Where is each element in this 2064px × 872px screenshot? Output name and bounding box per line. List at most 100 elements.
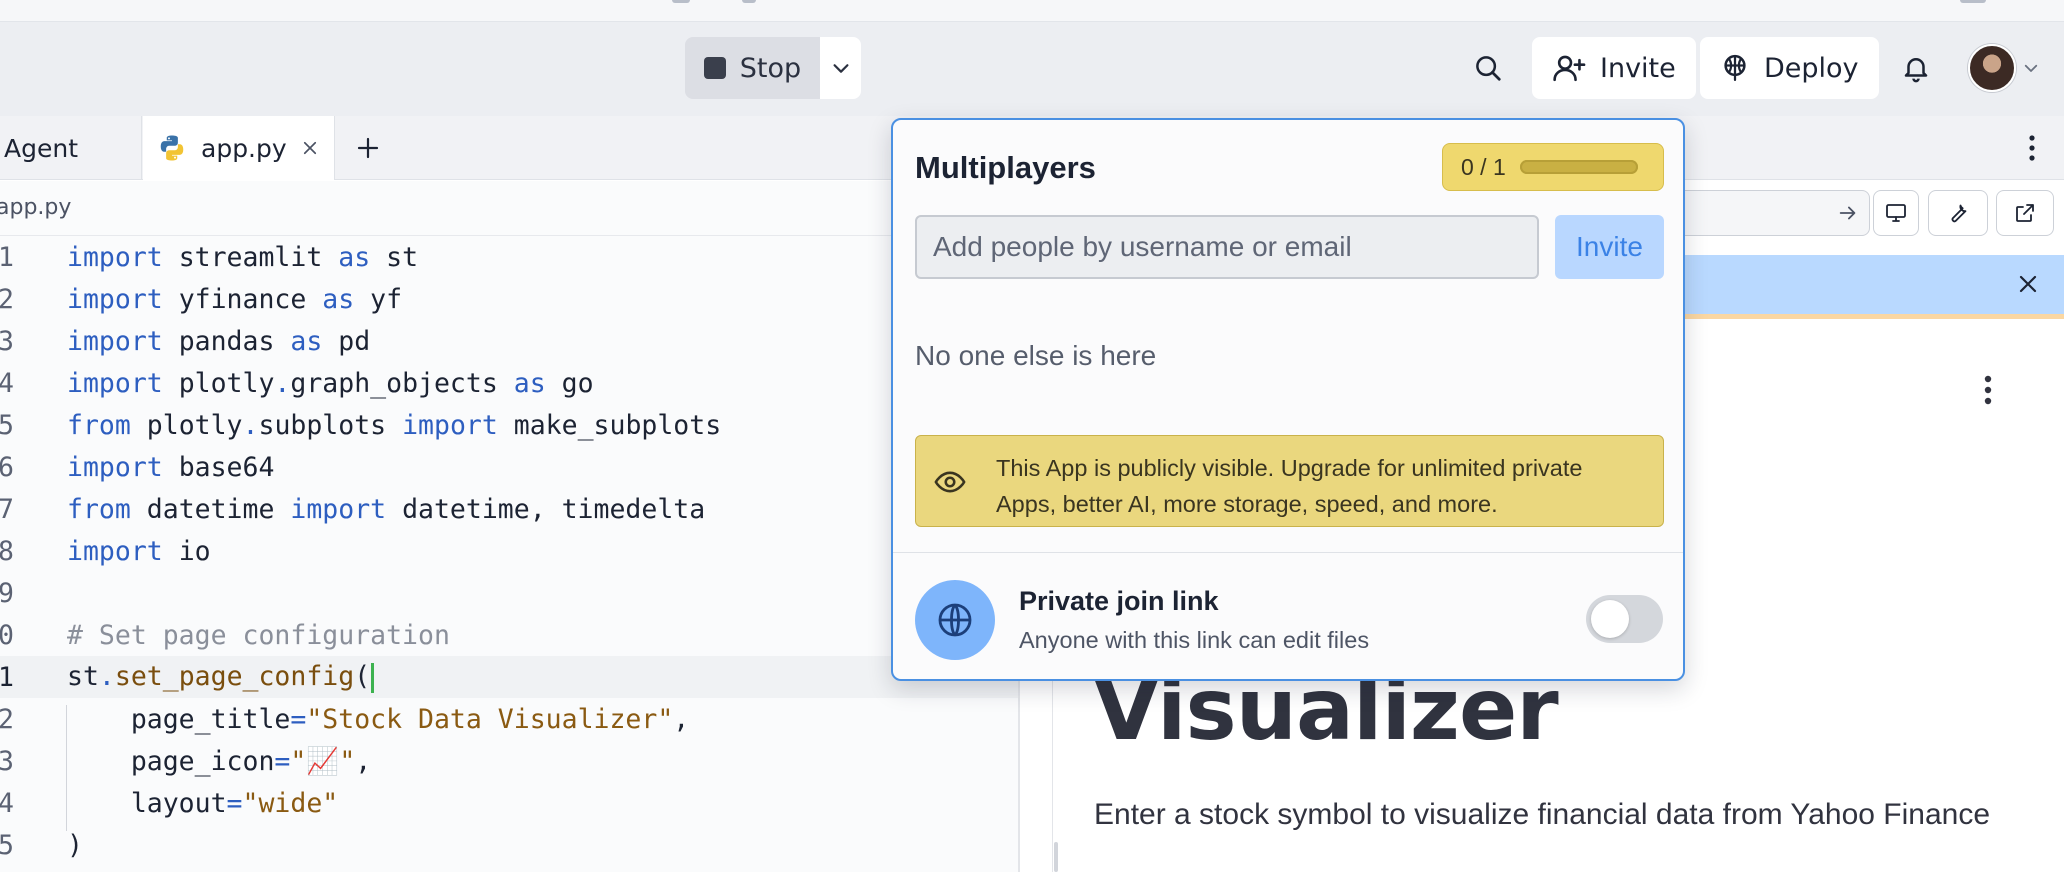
line-number: 3 (0, 745, 14, 777)
app-menu-button[interactable] (1970, 370, 2006, 410)
line-number: 2 (0, 283, 14, 315)
code-line: 3 page_icon="📈", (0, 745, 372, 777)
run-control: Stop (685, 37, 861, 99)
popover-invite-button[interactable]: Invite (1555, 215, 1664, 279)
line-number: 4 (0, 787, 14, 819)
deploy-button[interactable]: Deploy (1700, 37, 1879, 99)
multiplayers-popover: Multiplayers 0 / 1 Invite No one else is… (891, 118, 1685, 681)
stop-label: Stop (739, 52, 802, 84)
join-link-description: Anyone with this link can edit files (1019, 627, 1370, 653)
file-breadcrumb: app.py (0, 181, 1020, 236)
new-tab-button[interactable] (352, 132, 384, 164)
code-line: 9 (0, 572, 1020, 614)
line-number: 7 (0, 493, 14, 525)
popover-title: Multiplayers (915, 150, 1096, 185)
kebab-icon (1984, 375, 1992, 405)
app-subtitle: Enter a stock symbol to visualize financ… (1094, 798, 1991, 831)
invite-button[interactable]: Invite (1532, 37, 1696, 99)
resize-handle[interactable] (1054, 842, 1058, 872)
close-tab-button[interactable] (296, 134, 324, 162)
eye-icon (932, 464, 968, 500)
code-line: 4 layout="wide" (0, 787, 339, 819)
toggle-knob (1591, 600, 1629, 638)
line-number: 5 (0, 829, 14, 861)
code-line: 5 ) (0, 829, 83, 861)
plus-icon (357, 137, 379, 159)
python-icon (160, 135, 184, 161)
arrow-right-icon (1839, 206, 1856, 220)
code-line: 2 page_title="Stock Data Visualizer", (0, 703, 690, 735)
close-icon (303, 141, 317, 155)
tab-label: app.py (201, 133, 287, 163)
code-line: 7 from datetime import datetime, timedel… (0, 493, 706, 525)
monitor-icon (1886, 204, 1906, 222)
title-fragment (1960, 0, 1986, 3)
indent-guide (66, 705, 67, 831)
line-number: 0 (0, 619, 14, 651)
account-menu[interactable] (1968, 44, 2040, 92)
code-line: 1 import streamlit as st (0, 241, 419, 273)
close-icon (2019, 275, 2037, 293)
wrench-icon (1951, 204, 1967, 223)
search-button[interactable] (1464, 44, 1512, 92)
window-title-strip (0, 0, 2064, 22)
code-line: 6 import base64 (0, 451, 275, 483)
code-line: 2 import yfinance as yf (0, 283, 403, 315)
line-number: 1 (0, 661, 14, 693)
bell-icon (1904, 58, 1928, 83)
stop-button[interactable]: Stop (685, 37, 820, 99)
invite-label: Invite (1600, 52, 1676, 84)
kebab-icon (2029, 135, 2035, 161)
title-fragment (672, 0, 690, 3)
seat-quota-bar (1519, 160, 1638, 174)
code-line: 3 import pandas as pd (0, 325, 371, 357)
run-options-button[interactable] (820, 37, 861, 99)
warning-text: This App is publicly visible. Upgrade fo… (996, 455, 1583, 517)
notifications-button[interactable] (1892, 44, 1940, 92)
chevron-down-icon (2024, 64, 2038, 72)
divider (893, 552, 1683, 553)
public-visibility-warning: This App is publicly visible. Upgrade fo… (915, 435, 1664, 527)
popover-invite-label: Invite (1576, 231, 1643, 262)
code-line: 4 import plotly.graph_objects as go (0, 367, 594, 399)
more-options-button[interactable] (2016, 130, 2048, 166)
line-number: 6 (0, 451, 14, 483)
globe-icon (915, 580, 995, 660)
code-line-active: 1 st.set_page_config( (0, 656, 1020, 698)
text-cursor (371, 662, 375, 693)
seat-quota-badge: 0 / 1 (1442, 143, 1664, 191)
line-number: 9 (0, 577, 14, 609)
title-fragment (742, 0, 756, 3)
tab-label: Agent (4, 133, 78, 163)
line-number: 4 (0, 367, 14, 399)
chevron-down-icon (832, 64, 849, 73)
deploy-label: Deploy (1764, 52, 1859, 84)
dismiss-banner-button[interactable] (2010, 266, 2046, 302)
breadcrumb-file[interactable]: app.py (0, 195, 71, 220)
code-editor[interactable]: 1 import streamlit as st 2 import yfinan… (0, 236, 1020, 872)
external-link-icon (2016, 204, 2034, 222)
line-number: 8 (0, 535, 14, 567)
notice-banner (1684, 255, 2064, 319)
add-user-icon (1553, 55, 1586, 82)
device-preview-button[interactable] (1873, 190, 1919, 236)
join-link-title: Private join link (1019, 586, 1219, 616)
empty-collaborators-text: No one else is here (915, 340, 1157, 371)
stop-icon (703, 57, 726, 79)
join-link-toggle[interactable] (1586, 595, 1663, 643)
tab-app-py[interactable]: app.py (143, 116, 335, 180)
open-new-tab-button[interactable] (1996, 190, 2054, 236)
line-number: 1 (0, 241, 14, 273)
line-number: 3 (0, 325, 14, 357)
line-number: 2 (0, 703, 14, 735)
tab-agent[interactable]: Agent (0, 116, 142, 180)
invite-search-input[interactable] (915, 215, 1539, 279)
seat-quota-text: 0 / 1 (1461, 153, 1506, 180)
code-line: 5 from plotly.subplots import make_subpl… (0, 409, 722, 441)
line-number: 5 (0, 409, 14, 441)
code-line: 8 import io (0, 535, 211, 567)
search-icon (1476, 56, 1501, 81)
avatar (1968, 44, 2016, 92)
deploy-icon (1724, 54, 1746, 81)
devtools-button[interactable] (1928, 190, 1988, 236)
